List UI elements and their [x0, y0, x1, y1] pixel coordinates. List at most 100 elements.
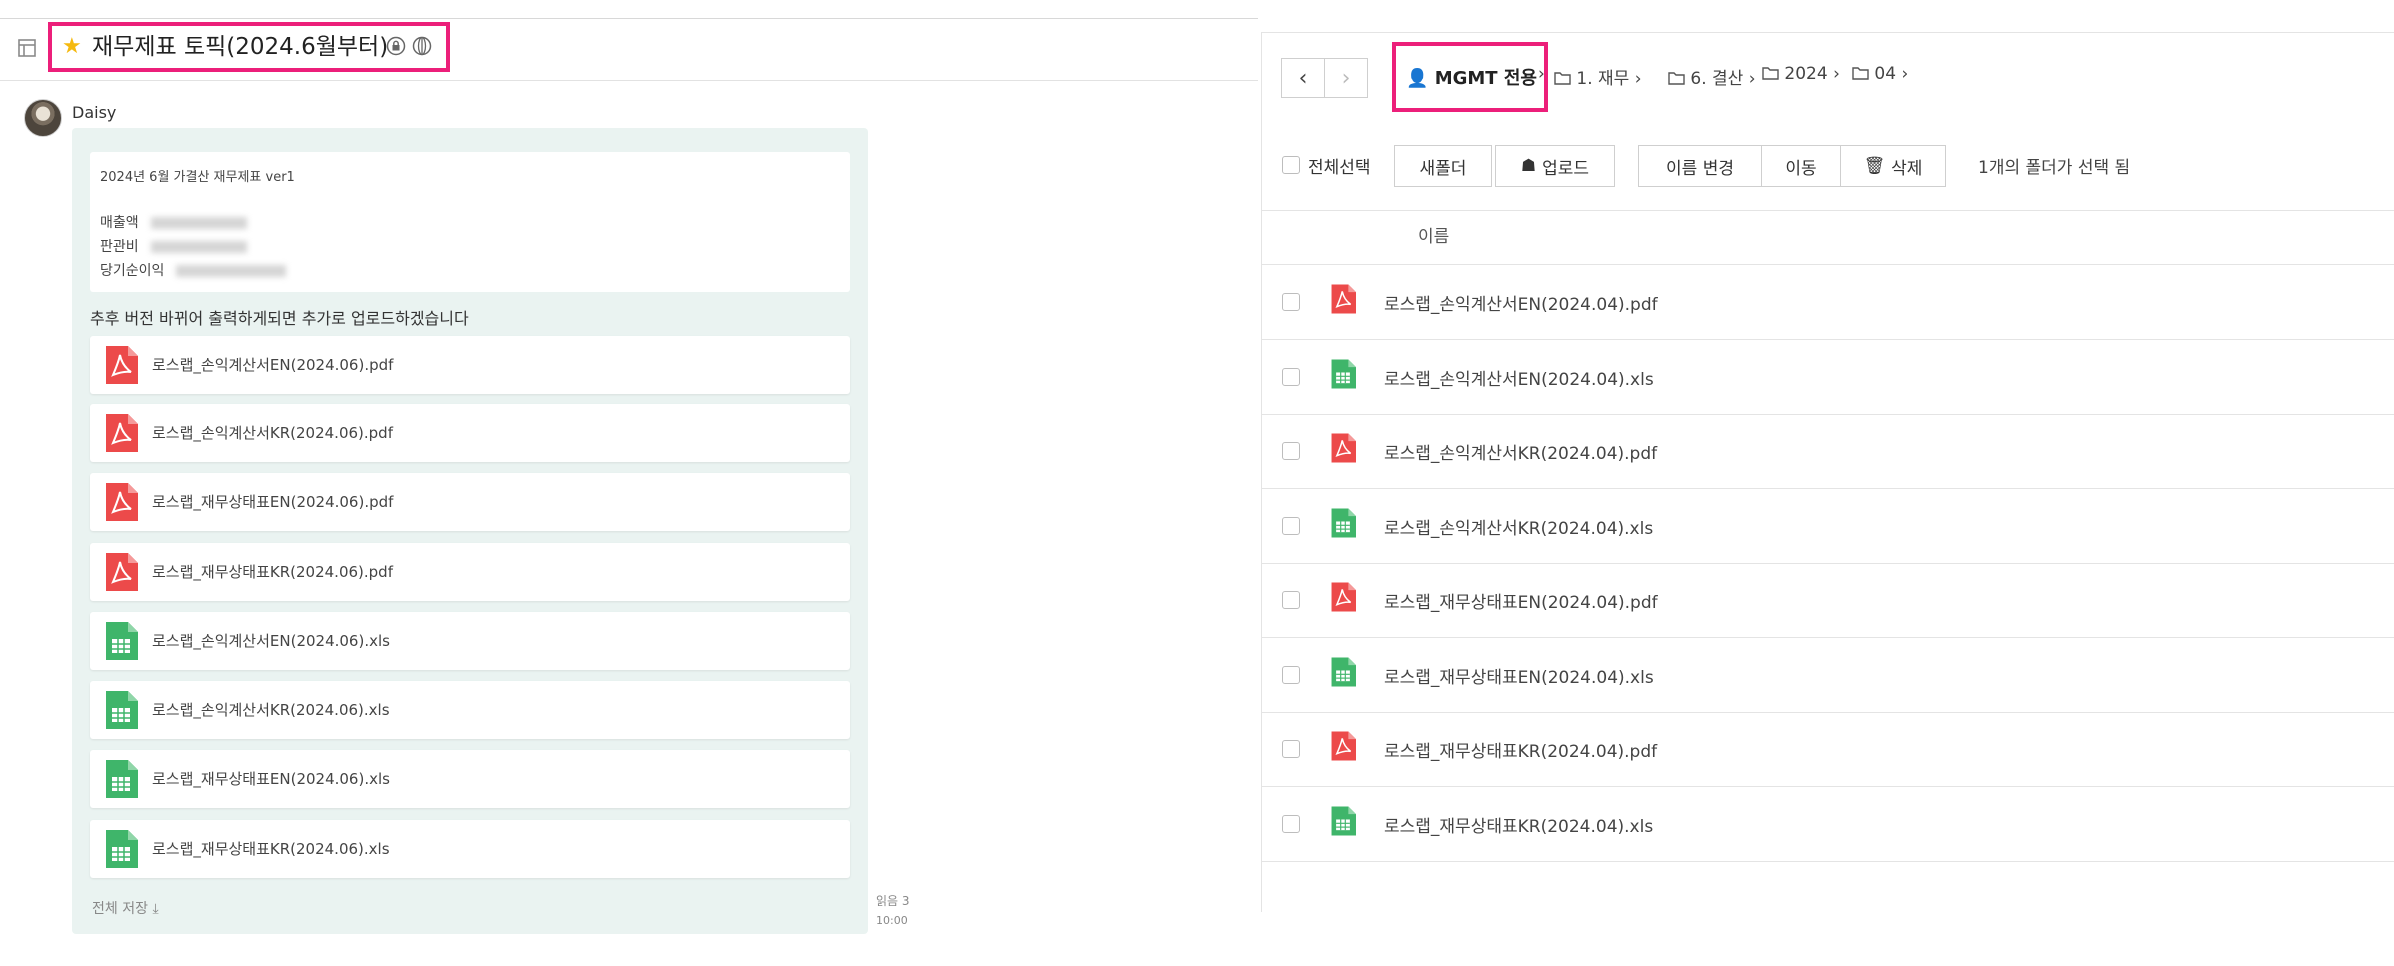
column-header-name[interactable]: 이름 — [1418, 222, 1449, 247]
move-button[interactable]: 이동 — [1761, 145, 1841, 187]
breadcrumb-label: 6. 결산 — [1690, 69, 1744, 89]
file-row[interactable]: 로스랩_재무상태표EN(2024.04).xls — [1262, 638, 2394, 713]
drive-top-divider — [1262, 32, 2394, 33]
file-name[interactable]: 로스랩_손익계산서KR(2024.04).xls — [1384, 514, 1653, 539]
file-row[interactable]: 로스랩_재무상태표KR(2024.04).xls — [1262, 787, 2394, 862]
row-checkbox[interactable] — [1282, 814, 1300, 833]
post-line-revenue: 매출액 — [100, 212, 247, 232]
breadcrumb-label: 1. 재무 — [1576, 69, 1630, 89]
header-divider — [0, 80, 1258, 81]
spreadsheet-file-icon — [1330, 805, 1356, 837]
spreadsheet-file-icon — [104, 830, 138, 868]
breadcrumb-sep-icon: › — [1743, 69, 1756, 89]
lock-icon — [386, 36, 406, 56]
back-button[interactable]: ‹ — [1281, 58, 1325, 98]
pdf-file-icon — [104, 483, 138, 521]
pdf-file-icon — [104, 414, 138, 452]
folder-icon — [1668, 69, 1690, 89]
spreadsheet-file-icon — [104, 622, 138, 660]
spreadsheet-file-icon — [104, 760, 138, 798]
spreadsheet-file-icon — [104, 691, 138, 729]
toolbar-divider — [1262, 210, 2394, 211]
attachment-card[interactable]: 로스랩_손익계산서EN(2024.06).xls — [90, 612, 850, 670]
breadcrumb-item[interactable]: 6. 결산 › — [1668, 64, 1756, 89]
file-row[interactable]: 로스랩_손익계산서KR(2024.04).xls — [1262, 489, 2394, 564]
folder-icon — [1762, 64, 1784, 84]
row-checkbox[interactable] — [1282, 591, 1300, 609]
sender-name: Daisy — [72, 103, 117, 122]
attachment-name: 로스랩_손익계산서EN(2024.06).pdf — [152, 356, 394, 374]
breadcrumb-sep-icon: › — [1896, 64, 1909, 84]
row-checkbox[interactable] — [1282, 516, 1300, 535]
download-icon: ⤓ — [152, 901, 159, 917]
favorite-star-icon[interactable]: ★ — [62, 35, 82, 59]
selection-status: 1개의 폴더가 선택 됨 — [1978, 158, 2131, 178]
breadcrumb-item[interactable]: 2024 › — [1762, 64, 1840, 84]
breadcrumb-root[interactable]: 👤 MGMT 전용 — [1406, 64, 1537, 90]
attachment-name: 로스랩_재무상태표KR(2024.06).pdf — [152, 563, 393, 581]
attachment-name: 로스랩_손익계산서KR(2024.06).xls — [152, 701, 390, 719]
file-row[interactable]: 로스랩_재무상태표EN(2024.04).pdf — [1262, 563, 2394, 638]
file-row[interactable]: 로스랩_손익계산서EN(2024.04).pdf — [1262, 265, 2394, 340]
save-all-link[interactable]: 전체 저장 ⤓ — [92, 898, 159, 918]
file-name[interactable]: 로스랩_손익계산서EN(2024.04).xls — [1384, 365, 1654, 390]
file-name[interactable]: 로스랩_재무상태표EN(2024.04).pdf — [1384, 588, 1658, 613]
chevron-left-icon: ‹ — [1298, 65, 1308, 91]
breadcrumb-sep-icon: › — [1538, 64, 1545, 84]
pdf-file-icon — [104, 553, 138, 591]
breadcrumb-item[interactable]: 04 › — [1852, 64, 1908, 84]
forward-button[interactable]: › — [1324, 58, 1368, 98]
row-checkbox[interactable] — [1282, 367, 1300, 386]
new-folder-button[interactable]: 새폴더 — [1394, 145, 1492, 187]
select-all-label[interactable]: 전체선택 — [1308, 153, 1371, 178]
file-row[interactable]: 로스랩_재무상태표KR(2024.04).pdf — [1262, 712, 2394, 787]
file-name[interactable]: 로스랩_손익계산서KR(2024.04).pdf — [1384, 439, 1657, 464]
pdf-file-icon — [1330, 283, 1356, 315]
breadcrumb-item[interactable]: 1. 재무 › — [1554, 64, 1642, 89]
spreadsheet-file-icon — [1330, 507, 1356, 539]
attachment-card[interactable]: 로스랩_재무상태표EN(2024.06).xls — [90, 750, 850, 808]
post-title: 2024년 6월 가결산 재무제표 ver1 — [100, 170, 295, 185]
attachment-card[interactable]: 로스랩_재무상태표KR(2024.06).xls — [90, 820, 850, 878]
file-name[interactable]: 로스랩_재무상태표KR(2024.04).xls — [1384, 812, 1653, 837]
file-name[interactable]: 로스랩_손익계산서EN(2024.04).pdf — [1384, 290, 1658, 315]
trash-icon: 🗑 — [1863, 156, 1886, 176]
attachment-name: 로스랩_손익계산서KR(2024.06).pdf — [152, 424, 393, 442]
file-row[interactable]: 로스랩_손익계산서EN(2024.04).xls — [1262, 340, 2394, 415]
rename-button[interactable]: 이름 변경 — [1638, 145, 1762, 187]
sidebar-toggle-icon[interactable] — [18, 39, 36, 57]
attachment-card[interactable]: 로스랩_손익계산서KR(2024.06).xls — [90, 681, 850, 739]
top-divider — [0, 18, 1258, 19]
topic-title: 재무제표 토픽(2024.6월부터) — [92, 34, 389, 60]
notice-text: 추후 버전 바뀌어 출력하게되면 추가로 업로드하겠습니다 — [90, 309, 469, 328]
globe-icon — [412, 36, 432, 56]
breadcrumb-sep-icon: › — [1629, 69, 1642, 89]
attachment-name: 로스랩_재무상태표EN(2024.06).xls — [152, 770, 390, 788]
avatar[interactable] — [24, 99, 62, 137]
file-name[interactable]: 로스랩_재무상태표KR(2024.04).pdf — [1384, 737, 1657, 762]
post-line-sga: 판관비 — [100, 236, 247, 256]
file-name[interactable]: 로스랩_재무상태표EN(2024.04).xls — [1384, 663, 1654, 688]
pdf-file-icon — [104, 346, 138, 384]
pdf-file-icon — [1330, 432, 1356, 464]
row-checkbox[interactable] — [1282, 442, 1300, 460]
spreadsheet-file-icon — [1330, 656, 1356, 688]
row-checkbox[interactable] — [1282, 665, 1300, 684]
row-checkbox[interactable] — [1282, 740, 1300, 758]
attachment-card[interactable]: 로스랩_재무상태표KR(2024.06).pdf — [90, 543, 850, 601]
attachment-card[interactable]: 로스랩_손익계산서KR(2024.06).pdf — [90, 404, 850, 462]
read-count: 읽음 3 — [876, 894, 910, 908]
select-all-checkbox[interactable] — [1282, 156, 1300, 174]
attachment-card[interactable]: 로스랩_재무상태표EN(2024.06).pdf — [90, 473, 850, 531]
upload-button[interactable]: ☗ 업로드 — [1495, 145, 1615, 187]
breadcrumb-label: 2024 — [1784, 64, 1828, 84]
upload-icon: ☗ — [1520, 156, 1537, 176]
attachment-name: 로스랩_재무상태표KR(2024.06).xls — [152, 840, 390, 858]
file-row[interactable]: 로스랩_손익계산서KR(2024.04).pdf — [1262, 414, 2394, 489]
row-checkbox[interactable] — [1282, 293, 1300, 311]
folder-icon — [1554, 69, 1576, 89]
delete-button[interactable]: 🗑 삭제 — [1840, 145, 1946, 187]
attachment-card[interactable]: 로스랩_손익계산서EN(2024.06).pdf — [90, 336, 850, 394]
pdf-file-icon — [1330, 730, 1356, 762]
attachment-name: 로스랩_재무상태표EN(2024.06).pdf — [152, 493, 394, 511]
